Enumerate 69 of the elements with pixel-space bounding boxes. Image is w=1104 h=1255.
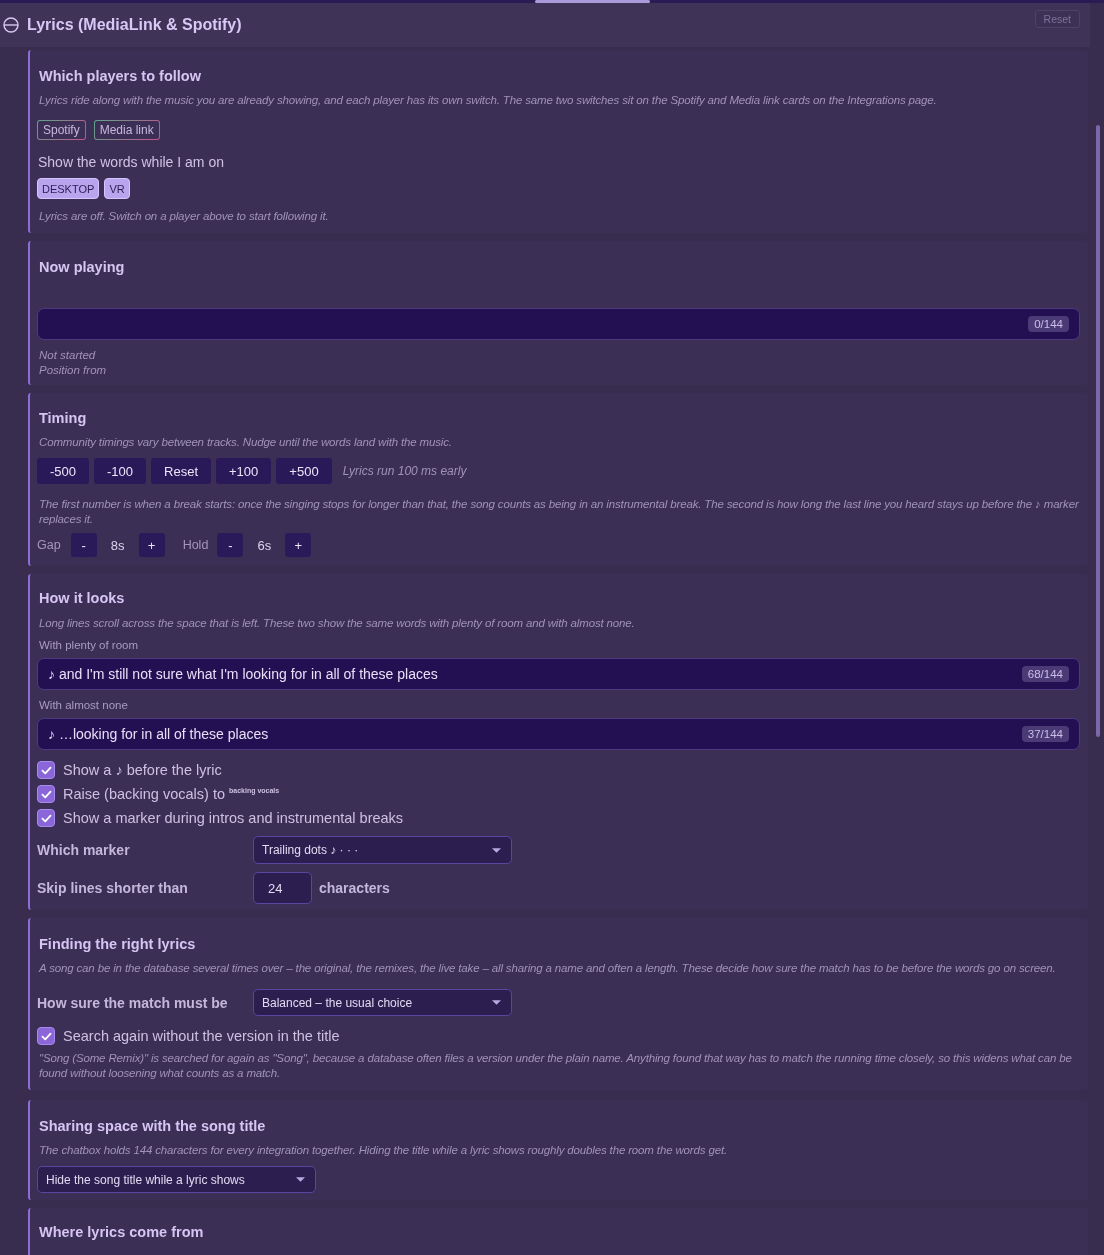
offset-reading: Lyrics run 100 ms early	[342, 464, 467, 478]
playback-position: Position from	[38, 363, 108, 378]
playback-state: Not started	[38, 348, 97, 363]
offset-button[interactable]: -500	[37, 458, 90, 484]
checkbox-label[interactable]: Show a ♪ before the lyric	[63, 762, 222, 778]
stepper-value: 6s	[256, 537, 273, 553]
card-description: Lyrics ride along with the music you are already showing, and each player has its own switch. The same two switches sit on the Spotify and Media link cards on the Integrations page.	[38, 93, 938, 108]
caret-icon	[296, 1177, 305, 1182]
unit-label: characters	[319, 880, 390, 896]
card-title: Where lyrics come from	[38, 1223, 205, 1242]
check-icon	[40, 789, 52, 799]
field-label: Which marker	[37, 842, 131, 858]
check-icon	[40, 765, 52, 775]
check-icon	[40, 1031, 52, 1041]
lyric-text: ♪ …looking for in all of these places	[48, 726, 269, 742]
marker-select[interactable]: Trailing dots ♪ · · ·	[253, 836, 512, 864]
collapse-icon[interactable]	[3, 17, 19, 33]
stepper-label: Hold	[182, 538, 209, 552]
player-toggle[interactable]: Media link	[93, 120, 160, 140]
offset-button[interactable]: +500	[276, 458, 332, 484]
card-description: Community timings vary between tracks. Nudge until the words land with the music.	[38, 435, 453, 450]
player-toggle[interactable]: Spotify	[37, 120, 86, 140]
help-text: The first number is when a break starts: once the singing stops for longer than that, the song counts as being in an instrumental break. The second is how long the last line you heard stays up before the ♪ marker replaces it.	[38, 497, 1080, 527]
card-title: Sharing space with the song title	[38, 1117, 267, 1136]
checkbox[interactable]	[37, 1027, 55, 1045]
caret-icon	[492, 1000, 501, 1005]
title-mode-select[interactable]: Hide the song title while a lyric shows	[37, 1166, 316, 1193]
card-description: A song can be in the database several times over – the original, the remixes, the live take – all sharing a name and often a length. These decide how sure the match has to be before the words go on screen.	[37, 961, 1057, 976]
modes-label: Show the words while I am on	[37, 153, 225, 172]
preview-label: With almost none	[38, 698, 129, 713]
checkbox[interactable]	[37, 809, 55, 827]
field-label: Skip lines shorter than	[37, 880, 189, 896]
checkbox-label[interactable]: Show a marker during intros and instrumental breaks	[63, 810, 404, 826]
stepper-value: 8s	[109, 537, 126, 553]
character-counter: 68/144	[1021, 666, 1069, 682]
offset-button[interactable]: +100	[216, 458, 272, 484]
checkbox[interactable]	[37, 761, 55, 779]
caret-icon	[492, 847, 501, 853]
status-note: Lyrics are off. Switch on a player above to start following it.	[38, 209, 330, 224]
match-select[interactable]: Balanced – the usual choice	[253, 989, 512, 1016]
mode-toggle[interactable]: VR	[104, 178, 130, 199]
field-label: How sure the match must be	[37, 994, 229, 1011]
decrease-button[interactable]: -	[70, 533, 97, 557]
section-title: Lyrics (MediaLink & Spotify)	[27, 16, 242, 34]
character-counter: 37/144	[1021, 726, 1069, 742]
preview-label: With plenty of room	[38, 638, 140, 653]
card-title: Finding the right lyrics	[38, 935, 197, 954]
card-description: The chatbox holds 144 characters for every integration together. Hiding the title while a lyric shows roughly doubles the room the words get.	[38, 1143, 728, 1158]
card-title: How it looks	[38, 589, 126, 608]
check-icon	[40, 813, 52, 823]
lyric-text: ♪ and I'm still not sure what I'm looking for in all of these places	[48, 666, 438, 682]
checkbox-label[interactable]: Search again without the version in the title	[63, 1028, 340, 1044]
stepper-label: Gap	[37, 538, 61, 552]
mode-toggle[interactable]: DESKTOP	[37, 178, 100, 199]
help-text: "Song (Some Remix)" is searched for again as "Song", because a database often files a version under the plain name. Anything found that way has to match the running time closely, so this widens what can be found without loosening what counts as a match.	[38, 1051, 1073, 1081]
checkbox-label[interactable]: Raise (backing vocals) to $^{backing vocals}$	[63, 786, 280, 802]
checkbox[interactable]	[37, 785, 55, 803]
character-counter: 0/144	[1028, 316, 1069, 332]
scrollbar-thumb[interactable]	[1096, 125, 1100, 737]
offset-button[interactable]: Reset	[151, 458, 212, 484]
increase-button[interactable]: +	[285, 533, 312, 557]
offset-button[interactable]: -100	[94, 458, 147, 484]
card-title: Timing	[38, 409, 88, 428]
length-input[interactable]: 24	[253, 872, 312, 904]
card-description: Long lines scroll across the space that is left. These two show the same words with plenty of room and with almost none.	[38, 616, 636, 631]
decrease-button[interactable]: -	[217, 533, 244, 557]
card-title: Now playing	[38, 258, 126, 277]
increase-button[interactable]: +	[138, 533, 165, 557]
card-title: Which players to follow	[38, 67, 202, 86]
